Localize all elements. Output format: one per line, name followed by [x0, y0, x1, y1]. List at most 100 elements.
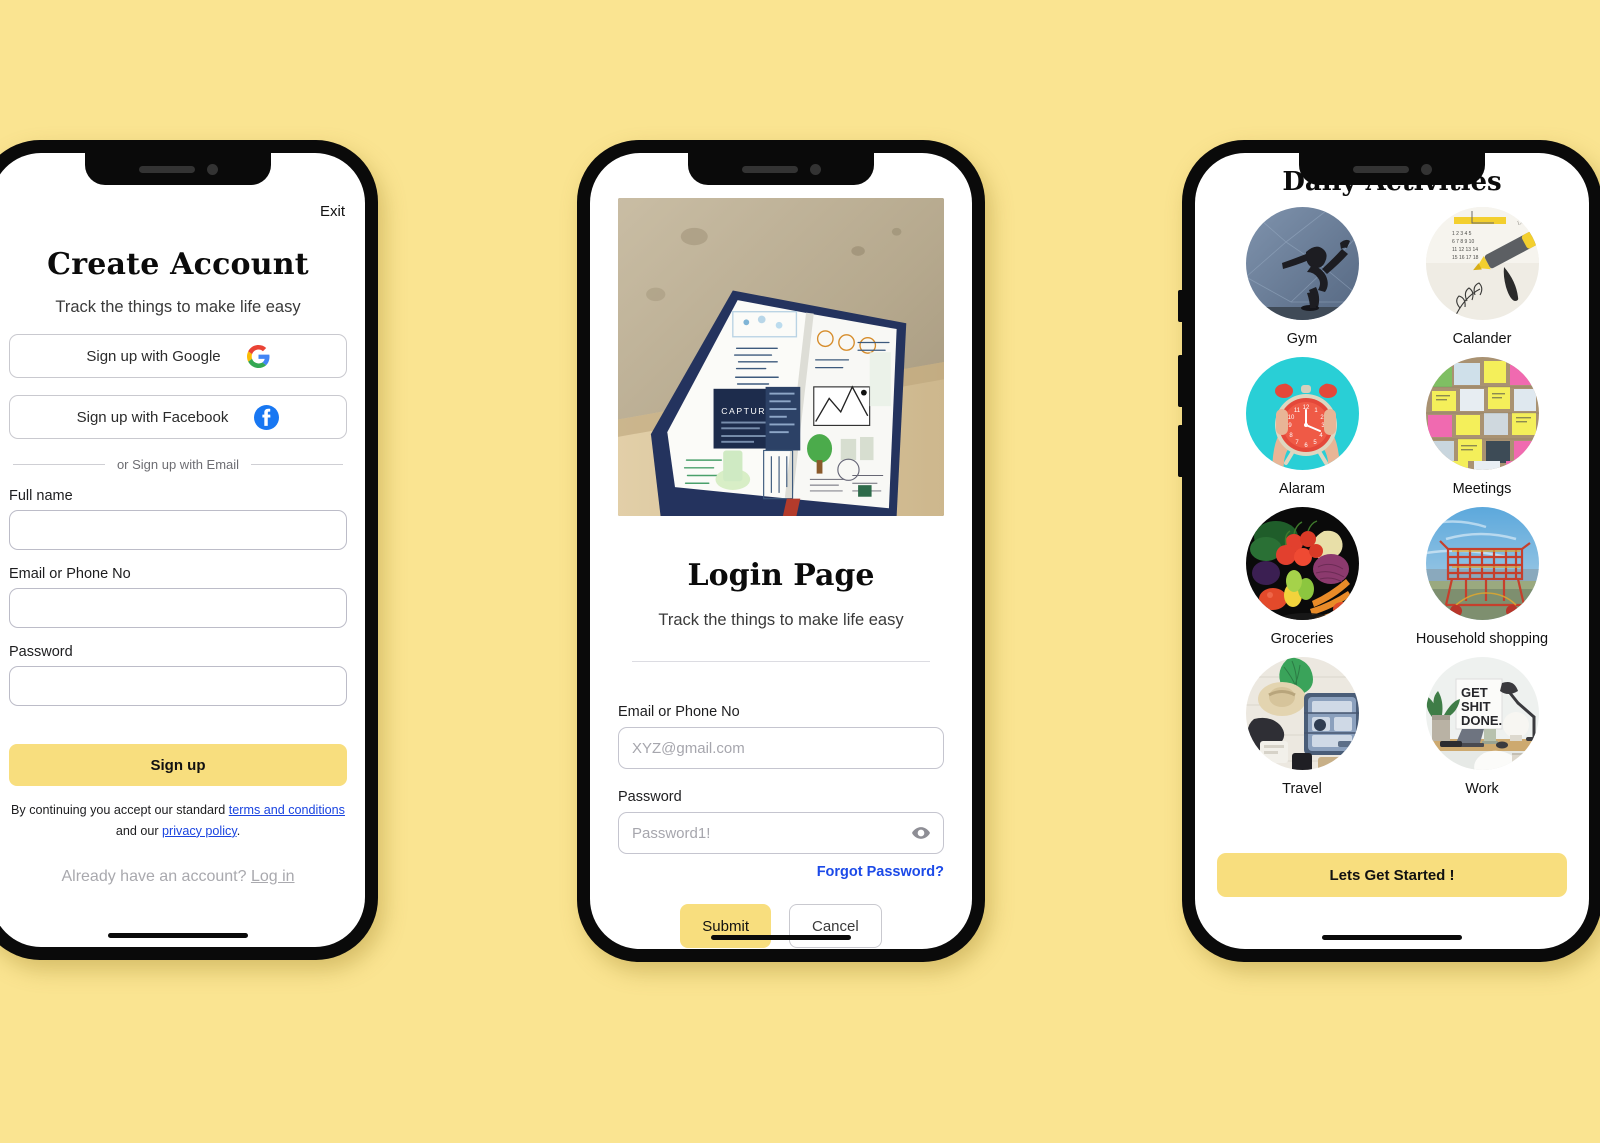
facebook-icon [254, 404, 280, 430]
legal-prefix: By continuing you accept our standard [11, 803, 229, 817]
travel-image [1245, 657, 1359, 770]
speaker-icon [138, 165, 195, 173]
login-password-label: Password [618, 789, 682, 805]
login-password-input[interactable] [618, 812, 944, 854]
front-camera-icon [809, 163, 821, 175]
password-label: Password [9, 644, 73, 660]
home-indicator [711, 935, 851, 940]
svg-text:SHIT: SHIT [1461, 699, 1491, 714]
gym-image [1245, 207, 1359, 320]
forgot-password-link[interactable]: Forgot Password? [618, 864, 944, 880]
category-label: Gym [1286, 331, 1318, 347]
svg-text:6 7 8 9 10: 6 7 8 9 10 [1452, 239, 1474, 245]
speaker-icon [741, 165, 798, 173]
legal-and: and our [115, 823, 163, 838]
eye-icon[interactable] [911, 823, 931, 843]
category-item-work[interactable]: GET SHIT DONE. Work [1397, 657, 1567, 805]
login-password-wrap [618, 812, 944, 854]
category-label: Work [1465, 781, 1499, 797]
legal-period: . [236, 823, 241, 838]
divider-line-left [13, 464, 105, 465]
already-text: Already have an account? [61, 867, 251, 885]
front-camera-icon [206, 163, 218, 175]
login-screen: CAPTURE Login Page Track the things to m… [590, 153, 972, 949]
category-label: Travel [1282, 781, 1322, 797]
category-item-household-shopping[interactable]: Household shopping [1397, 507, 1567, 655]
svg-text:GET: GET [1461, 685, 1488, 700]
email-label: Email or Phone No [9, 566, 131, 582]
svg-text:DONE.: DONE. [1461, 713, 1502, 728]
volume-up-button[interactable] [1178, 355, 1182, 407]
signup-facebook-button[interactable]: Sign up with Facebook [9, 395, 347, 439]
login-title: Login Page [687, 558, 875, 593]
google-icon [246, 344, 270, 368]
meetings-image [1425, 357, 1539, 470]
category-label: Alaram [1279, 481, 1325, 497]
get-started-button[interactable]: Lets Get Started ! [1217, 853, 1567, 897]
exit-button[interactable]: Exit [9, 203, 347, 220]
legal-text: By continuing you accept our standard te… [9, 800, 347, 842]
login-email-input[interactable] [618, 727, 944, 769]
svg-text:11 12 13 14: 11 12 13 14 [1452, 247, 1478, 253]
categories-grid: Gym 1 2 3 4 5 6 7 8 9 10 11 12 13 14 15 16… [1217, 207, 1567, 805]
category-item-gym[interactable]: Gym [1217, 207, 1387, 355]
signup-screen: Exit Create Account Track the things to … [0, 153, 365, 947]
email-divider: or Sign up with Email [9, 457, 347, 472]
page-title: Create Account [47, 247, 309, 282]
alaram-image: 12 3 69 12 45 78 10 11 [1245, 357, 1359, 470]
volume-down-button[interactable] [1178, 425, 1182, 477]
password-input[interactable] [9, 666, 347, 706]
poster-canvas: Exit Create Account Track the things to … [0, 0, 1600, 1143]
home-indicator [108, 933, 248, 938]
fullname-input[interactable] [9, 510, 347, 550]
email-input[interactable] [9, 588, 347, 628]
speaker-icon [1352, 165, 1409, 173]
category-label: Calander [1452, 331, 1512, 347]
svg-text:11: 11 [1293, 408, 1300, 414]
phone-notch [85, 153, 271, 185]
signup-google-label: Sign up with Google [86, 347, 221, 365]
svg-text:London: London [1516, 215, 1536, 226]
login-email-wrap [618, 727, 944, 769]
phone-mockup-signup: Exit Create Account Track the things to … [0, 140, 378, 960]
login-email-label: Email or Phone No [618, 704, 740, 720]
phone-notch [688, 153, 874, 185]
calander-image: 1 2 3 4 5 6 7 8 9 10 11 12 13 14 15 16 17 … [1425, 207, 1539, 320]
work-image: GET SHIT DONE. [1425, 657, 1539, 770]
fullname-label: Full name [9, 488, 73, 504]
household-shopping-image [1425, 507, 1539, 620]
svg-text:1 2 3 4 5: 1 2 3 4 5 [1452, 231, 1472, 237]
category-item-travel[interactable]: Travel [1217, 657, 1387, 805]
signup-facebook-label: Sign up with Facebook [76, 408, 229, 426]
category-label: Groceries [1270, 631, 1334, 647]
category-item-groceries[interactable]: Groceries [1217, 507, 1387, 655]
category-item-alaram[interactable]: 12 3 69 12 45 78 10 11 Alaram [1217, 357, 1387, 505]
category-item-meetings[interactable]: Meetings [1397, 357, 1567, 505]
phone-mockup-login: CAPTURE Login Page Track the things to m… [577, 140, 985, 962]
svg-text:15 16 17 18: 15 16 17 18 [1452, 255, 1479, 261]
home-indicator [1322, 935, 1462, 940]
section-divider [632, 661, 930, 662]
category-item-calander[interactable]: 1 2 3 4 5 6 7 8 9 10 11 12 13 14 15 16 17 … [1397, 207, 1567, 355]
category-label: Household shopping [1415, 631, 1549, 647]
login-subtitle: Track the things to make life easy [658, 611, 904, 629]
category-label: Meetings [1452, 481, 1512, 497]
login-link[interactable]: Log in [251, 868, 295, 885]
login-submit-button[interactable]: Submit [680, 904, 771, 948]
groceries-image [1245, 507, 1359, 620]
signup-google-button[interactable]: Sign up with Google [9, 334, 347, 378]
categories-screen: Daily Activities [1195, 153, 1589, 949]
phone-mockup-categories: Daily Activities [1178, 140, 1600, 962]
privacy-link[interactable]: privacy policy [162, 824, 237, 838]
svg-text:10: 10 [1287, 415, 1294, 421]
page-subtitle: Track the things to make life easy [55, 298, 301, 316]
silent-switch[interactable] [1178, 290, 1182, 322]
journal-hero-image: CAPTURE [618, 198, 944, 516]
already-have-account: Already have an account? Log in [9, 868, 347, 886]
terms-link[interactable]: terms and conditions [229, 803, 345, 817]
divider-label: or Sign up with Email [116, 457, 240, 472]
divider-line-right [251, 464, 343, 465]
phone-notch [1299, 153, 1485, 185]
login-cancel-button[interactable]: Cancel [788, 904, 882, 948]
signup-submit-button[interactable]: Sign up [9, 744, 347, 786]
